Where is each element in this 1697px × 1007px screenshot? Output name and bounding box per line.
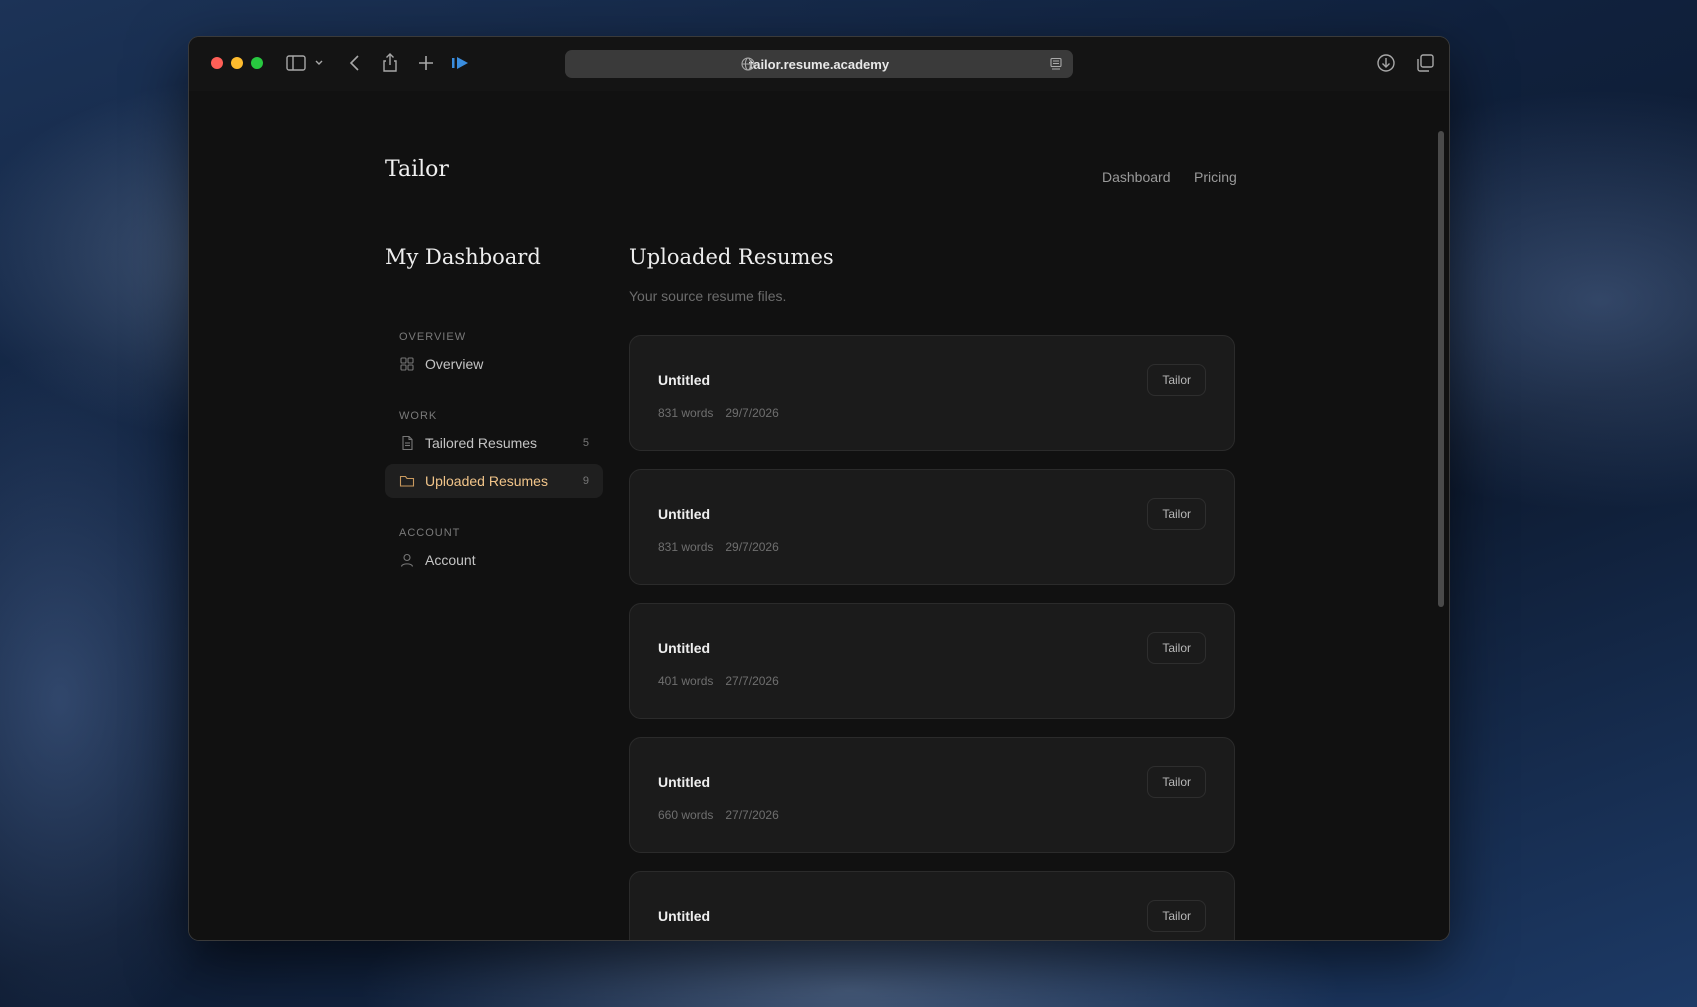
resume-name: Untitled	[658, 506, 711, 522]
share-icon[interactable]	[379, 52, 401, 74]
resume-word-count: 831 words	[658, 406, 714, 420]
scrollbar[interactable]	[1438, 131, 1444, 607]
resume-name: Untitled	[658, 640, 711, 656]
sidebar-item-overview[interactable]: Overview	[385, 347, 603, 381]
resume-word-count: 831 words	[658, 540, 714, 554]
back-icon[interactable]	[344, 52, 366, 74]
resume-card[interactable]: Untitled 831 words 29/7/2026 Tailor	[629, 335, 1235, 451]
resume-meta: 660 words 27/7/2026	[658, 808, 779, 822]
zoom-window-button[interactable]	[251, 57, 263, 69]
document-icon	[399, 435, 415, 451]
resume-card[interactable]: Untitled 660 words 27/7/2026 Tailor	[629, 737, 1235, 853]
resume-date: 29/7/2026	[725, 540, 779, 554]
plus-icon[interactable]	[415, 52, 437, 74]
resume-meta: 401 words 27/7/2026	[658, 674, 779, 688]
page-title: Uploaded Resumes	[629, 245, 834, 269]
extension-icon[interactable]	[449, 52, 471, 74]
sidebar-section-account: ACCOUNT	[399, 527, 461, 539]
sidebar-item-label: Account	[425, 552, 476, 568]
sidebar-item-uploaded-resumes[interactable]: Uploaded Resumes 9	[385, 464, 603, 498]
resume-meta: 831 words 29/7/2026	[658, 540, 779, 554]
sidebar-title: My Dashboard	[385, 245, 541, 269]
minimize-window-button[interactable]	[231, 57, 243, 69]
reader-icon[interactable]	[1049, 57, 1063, 71]
resume-name: Untitled	[658, 908, 711, 924]
resume-word-count: 660 words	[658, 808, 714, 822]
browser-window: tailor.resume.academy Tailor Dashboard P…	[189, 37, 1449, 940]
tailor-button[interactable]: Tailor	[1147, 766, 1206, 798]
resume-name: Untitled	[658, 372, 711, 388]
page-subtitle: Your source resume files.	[629, 288, 787, 304]
sidebar-item-label: Overview	[425, 356, 484, 372]
globe-icon	[741, 57, 755, 71]
tailor-button[interactable]: Tailor	[1147, 498, 1206, 530]
user-icon	[399, 552, 415, 568]
resume-meta: 831 words 29/7/2026	[658, 406, 779, 420]
browser-toolbar: tailor.resume.academy	[189, 37, 1449, 91]
nav-pricing[interactable]: Pricing	[1194, 169, 1237, 185]
grid-icon	[399, 356, 415, 372]
sidebar-item-count: 5	[582, 437, 589, 449]
tailor-button[interactable]: Tailor	[1147, 632, 1206, 664]
tailor-button[interactable]: Tailor	[1147, 900, 1206, 932]
download-icon[interactable]	[1375, 52, 1397, 74]
nav-dashboard[interactable]: Dashboard	[1102, 169, 1171, 185]
sidebar-icon[interactable]	[285, 52, 307, 74]
tabs-overview-icon[interactable]	[1414, 52, 1436, 74]
tailor-button[interactable]: Tailor	[1147, 364, 1206, 396]
resume-date: 27/7/2026	[725, 674, 779, 688]
sidebar-section-work: WORK	[399, 410, 438, 422]
sidebar-section-overview: OVERVIEW	[399, 331, 467, 343]
sidebar-item-tailored-resumes[interactable]: Tailored Resumes 5	[385, 426, 603, 460]
page-content: Tailor Dashboard Pricing My Dashboard OV…	[189, 91, 1449, 940]
resume-card[interactable]: Untitled Tailor	[629, 871, 1235, 940]
sidebar-item-label: Uploaded Resumes	[425, 473, 548, 489]
sidebar-item-count: 9	[582, 475, 589, 487]
address-bar[interactable]: tailor.resume.academy	[565, 50, 1073, 78]
resume-name: Untitled	[658, 774, 711, 790]
close-window-button[interactable]	[211, 57, 223, 69]
sidebar-item-label: Tailored Resumes	[425, 435, 538, 451]
resume-word-count: 401 words	[658, 674, 714, 688]
folder-icon	[399, 473, 415, 489]
site-logo[interactable]: Tailor	[385, 157, 449, 182]
resume-date: 29/7/2026	[725, 406, 779, 420]
chevron-down-icon[interactable]	[313, 52, 325, 74]
sidebar-item-account[interactable]: Account	[385, 543, 603, 577]
resume-card[interactable]: Untitled 831 words 29/7/2026 Tailor	[629, 469, 1235, 585]
address-url: tailor.resume.academy	[748, 56, 890, 72]
resume-card[interactable]: Untitled 401 words 27/7/2026 Tailor	[629, 603, 1235, 719]
resume-date: 27/7/2026	[725, 808, 779, 822]
